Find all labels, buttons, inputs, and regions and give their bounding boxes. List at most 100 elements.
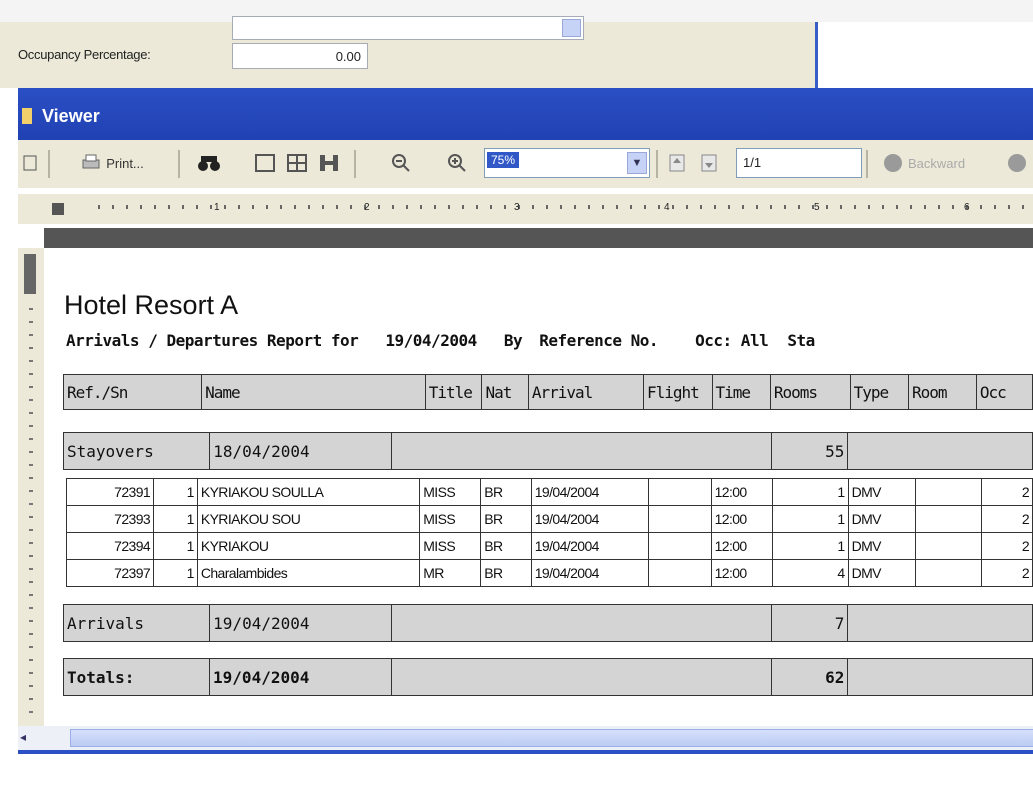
toolbar-separator: [656, 150, 658, 178]
cell-rooms: 1: [771, 478, 849, 506]
multi-page-button[interactable]: [282, 148, 312, 178]
column-header-table: Ref./Sn Name Title Nat Arrival Flight Ti…: [62, 374, 1033, 410]
cell-occ: 2: [981, 559, 1033, 587]
viewer-title-bar[interactable]: Viewer: [18, 88, 1033, 148]
ruler-mark: 3: [514, 202, 520, 213]
cell-nat: BR: [480, 478, 532, 506]
zoom-in-icon: [448, 154, 466, 172]
zoom-in-button[interactable]: [442, 148, 472, 178]
back-arrow-icon: [884, 154, 902, 172]
cell-flight: [647, 478, 712, 506]
single-page-button[interactable]: [250, 148, 280, 178]
next-page-button[interactable]: [696, 148, 722, 178]
toolbar-separator: [354, 150, 356, 178]
group-spacer: [390, 658, 773, 696]
find-button[interactable]: [194, 148, 224, 178]
grid-icon: [287, 154, 307, 172]
window-title: Viewer: [42, 106, 100, 126]
cell-time: 12:00: [710, 505, 773, 533]
stayovers-group: Stayovers 18/04/2004 55: [62, 432, 1033, 470]
cell-occ: 2: [981, 532, 1033, 560]
cell-type: DMV: [847, 478, 917, 506]
cell-flight: [647, 532, 712, 560]
cell-arrival: 19/04/2004: [530, 505, 649, 533]
single-page-icon: [255, 154, 275, 172]
ruler-marker[interactable]: [52, 203, 64, 215]
window-bottom-border: [18, 750, 1033, 754]
group-tail: [847, 658, 1033, 696]
report-date: 19/04/2004: [385, 331, 477, 350]
totals-label: Totals:: [62, 658, 211, 696]
cell-title: MISS: [419, 478, 482, 506]
cell-room: [915, 505, 983, 533]
group-rooms: 55: [771, 432, 849, 470]
cell-occ: 2: [981, 478, 1033, 506]
col-header: Title: [424, 374, 483, 410]
table-row: 72397 1 Charalambides MR BR 19/04/2004 12:00 4 D…: [65, 559, 1033, 587]
cell-time: 12:00: [710, 559, 773, 587]
report-title: Hotel Resort A: [64, 290, 239, 320]
ruler-mark: 1: [214, 202, 220, 213]
cell-title: MISS: [419, 505, 482, 533]
chevron-down-icon[interactable]: ▼: [627, 152, 647, 174]
fit-page-button[interactable]: [314, 148, 344, 178]
scrollbar-thumb[interactable]: [70, 729, 1033, 747]
backward-label: Backward: [908, 155, 966, 171]
zoom-select[interactable]: 75% ▼: [484, 148, 650, 178]
totals-rooms: 62: [770, 658, 849, 696]
cell-ref: 72394: [65, 532, 155, 560]
col-header: Time: [711, 374, 771, 410]
printer-icon: [82, 154, 100, 169]
cell-title: MR: [419, 559, 482, 587]
horizontal-scrollbar[interactable]: ◂: [18, 726, 1033, 750]
page-top-band: [44, 228, 1033, 248]
vertical-ruler: [18, 248, 45, 726]
group-label: Stayovers: [62, 432, 211, 470]
cell-flight: [647, 559, 712, 587]
group-spacer: [391, 604, 773, 642]
filter-dropdown[interactable]: [232, 16, 584, 40]
header-row: Ref./Sn Name Title Nat Arrival Flight Ti…: [62, 374, 1033, 410]
col-header: Name: [201, 374, 426, 410]
cell-time: 12:00: [710, 478, 773, 506]
cell-sn: 1: [153, 532, 198, 560]
zoom-out-button[interactable]: [386, 148, 416, 178]
cell-flight: [647, 505, 712, 533]
cell-sn: 1: [153, 478, 198, 506]
col-header: Rooms: [769, 374, 851, 410]
group-tail: [847, 604, 1033, 642]
window-icon: [22, 108, 32, 124]
ruler-marker[interactable]: [24, 254, 36, 294]
occupancy-input[interactable]: 0.00: [232, 43, 368, 69]
ruler-mark: 6: [964, 202, 970, 213]
backward-button[interactable]: Backward: [884, 148, 965, 178]
table-row: 72394 1 KYRIAKOU MISS BR 19/04/2004 12:00 1 DMV 2: [65, 532, 1033, 560]
scroll-left-icon[interactable]: ◂: [20, 730, 26, 744]
cell-title: MISS: [419, 532, 482, 560]
col-header: Arrival: [527, 374, 644, 410]
toolbar-separator: [178, 150, 180, 178]
cell-type: DMV: [847, 532, 917, 560]
toolbar-separator: [866, 150, 868, 178]
toolbar-separator: [48, 150, 50, 178]
report-subtitle: Arrivals / Departures Report for 19/04/2…: [66, 331, 833, 350]
totals-row: Totals: 19/04/2004 62: [62, 658, 1033, 696]
cell-type: DMV: [847, 559, 917, 587]
previous-page-button[interactable]: [664, 148, 690, 178]
chevron-down-icon[interactable]: [562, 19, 581, 37]
page-number-input[interactable]: 1/1: [736, 148, 862, 178]
col-header: Room: [907, 374, 977, 410]
cell-name: KYRIAKOU SOULLA: [196, 478, 421, 506]
print-button[interactable]: Print...: [62, 148, 162, 178]
zoom-out-icon: [392, 154, 410, 172]
export-icon[interactable]: [18, 148, 42, 178]
horizontal-ruler: 1 2 3 4 5 6: [18, 194, 1033, 224]
group-date: 18/04/2004: [209, 432, 393, 470]
cell-name: KYRIAKOU: [196, 532, 421, 560]
table-row: 72393 1 KYRIAKOU SOU MISS BR 19/04/2004 12:00 1…: [65, 505, 1033, 533]
forward-button[interactable]: [1008, 148, 1032, 178]
table-row: 72391 1 KYRIAKOU SOULLA MISS BR 19/04/2004 12:…: [65, 478, 1033, 506]
cell-name: KYRIAKOU SOU: [196, 505, 421, 533]
zoom-value: 75%: [487, 152, 520, 168]
col-header: Type: [849, 374, 909, 410]
